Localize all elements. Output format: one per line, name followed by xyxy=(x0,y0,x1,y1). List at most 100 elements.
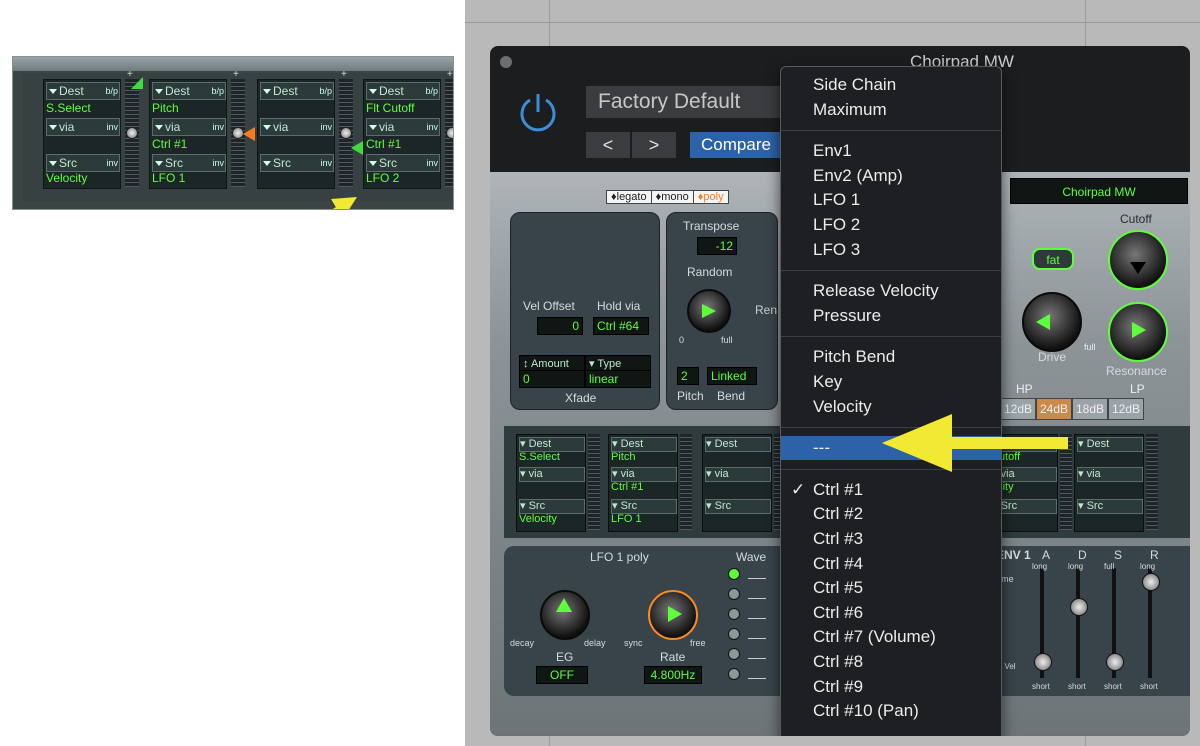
dest-value[interactable]: Flt Cutoff xyxy=(366,100,438,116)
menu-item-ctrl-1[interactable]: ✓ Ctrl #1 xyxy=(781,478,1001,502)
pitch-bend-value[interactable]: 2 xyxy=(677,367,699,385)
previous-preset-button[interactable]: < xyxy=(586,132,630,158)
window-close-button[interactable] xyxy=(500,56,512,68)
inv-toggle[interactable]: inv xyxy=(106,155,118,171)
dest-value[interactable] xyxy=(260,100,332,116)
lfo-wave-radio[interactable] xyxy=(728,668,740,680)
inv-toggle[interactable]: inv xyxy=(426,119,438,135)
menu-item-key[interactable]: Key xyxy=(781,370,1001,394)
src-value[interactable] xyxy=(1077,513,1141,526)
env-fader-knob[interactable] xyxy=(1070,598,1088,616)
type-value[interactable]: linear xyxy=(585,370,651,388)
dest-value[interactable]: Pitch xyxy=(611,451,675,464)
menu-item-lfo-2[interactable]: LFO 2 xyxy=(781,213,1001,237)
dest-value[interactable]: Pitch xyxy=(152,100,224,116)
lfo-wave-radio[interactable] xyxy=(728,628,740,640)
inv-toggle[interactable]: b/p xyxy=(211,83,224,99)
via-value[interactable] xyxy=(1077,481,1141,494)
via-value[interactable] xyxy=(46,136,118,152)
menu-item-pressure[interactable]: Pressure xyxy=(781,304,1001,328)
via-value[interactable] xyxy=(705,481,769,494)
router-amount-fader[interactable] xyxy=(588,434,600,530)
slope-12db-lp[interactable]: 12dB xyxy=(1108,398,1144,420)
inv-toggle[interactable]: b/p xyxy=(319,83,332,99)
inv-toggle[interactable]: inv xyxy=(106,119,118,135)
menu-item-ctrl-7-volume[interactable]: Ctrl #7 (Volume) xyxy=(781,625,1001,649)
vel-offset-value[interactable]: 0 xyxy=(537,317,583,335)
inv-toggle[interactable]: inv xyxy=(426,155,438,171)
menu-item-maximum[interactable]: Maximum xyxy=(781,98,1001,122)
power-icon[interactable] xyxy=(516,90,560,134)
eg-knob[interactable] xyxy=(540,590,590,640)
via-header[interactable]: via inv xyxy=(152,118,226,136)
fader-knob[interactable] xyxy=(126,127,138,139)
dest-header[interactable]: Dest b/p xyxy=(46,82,120,100)
env-fader-knob[interactable] xyxy=(1034,653,1052,671)
resonance-knob[interactable] xyxy=(1108,302,1168,362)
next-preset-button[interactable]: > xyxy=(632,132,676,158)
fader-knob[interactable] xyxy=(446,127,453,139)
menu-item-ctrl-10-pan[interactable]: Ctrl #10 (Pan) xyxy=(781,699,1001,723)
via-header[interactable]: ▾ via xyxy=(519,467,585,482)
env-fader-knob[interactable] xyxy=(1106,653,1124,671)
inset-amount-fader[interactable]: + xyxy=(339,69,353,187)
dest-header[interactable]: ▾ Dest xyxy=(611,437,677,452)
src-header[interactable]: ▾ Src xyxy=(1077,499,1143,514)
menu-item-pitch-bend[interactable]: Pitch Bend xyxy=(781,345,1001,369)
mode-mono[interactable]: ♦mono xyxy=(650,190,694,204)
dest-header[interactable]: Dest b/p xyxy=(366,82,440,100)
src-value[interactable]: LFO 1 xyxy=(611,513,675,526)
dest-value[interactable] xyxy=(1077,451,1141,464)
cutoff-knob[interactable] xyxy=(1108,230,1168,290)
inset-amount-fader[interactable]: + xyxy=(125,69,139,187)
router-amount-fader[interactable] xyxy=(680,434,692,530)
lfo-wave-radio[interactable] xyxy=(728,648,740,660)
inv-toggle[interactable]: b/p xyxy=(425,83,438,99)
rate-value[interactable]: 4.800Hz xyxy=(644,666,702,684)
dest-header[interactable]: ▾ Dest xyxy=(1077,437,1143,452)
src-value[interactable]: Velocity xyxy=(46,170,118,186)
lfo-wave-radio[interactable] xyxy=(728,568,740,580)
inv-toggle[interactable]: b/p xyxy=(105,83,118,99)
menu-item-ctrl-5[interactable]: Ctrl #5 xyxy=(781,576,1001,600)
rate-knob[interactable] xyxy=(648,590,698,640)
via-header[interactable]: ▾ via xyxy=(1077,467,1143,482)
src-value[interactable]: LFO 2 xyxy=(366,170,438,186)
via-value[interactable]: Ctrl #1 xyxy=(611,481,675,494)
mode-poly[interactable]: ♦poly xyxy=(692,190,729,204)
via-value[interactable] xyxy=(260,136,332,152)
inv-toggle[interactable]: inv xyxy=(320,119,332,135)
menu-item-env1[interactable]: Env1 xyxy=(781,139,1001,163)
drive-knob[interactable] xyxy=(1022,292,1082,352)
src-value[interactable]: LFO 1 xyxy=(152,170,224,186)
menu-item-ctrl-3[interactable]: Ctrl #3 xyxy=(781,527,1001,551)
menu-item-env2-amp[interactable]: Env2 (Amp) xyxy=(781,164,1001,188)
dest-header[interactable]: Dest b/p xyxy=(152,82,226,100)
env-fader-track[interactable] xyxy=(1076,568,1080,678)
dest-header[interactable]: ▾ Dest xyxy=(519,437,585,452)
random-knob[interactable] xyxy=(687,289,731,333)
fader-knob[interactable] xyxy=(340,127,352,139)
src-value[interactable] xyxy=(705,513,769,526)
inv-toggle[interactable]: inv xyxy=(320,155,332,171)
menu-item-side-chain[interactable]: Side Chain xyxy=(781,73,1001,97)
src-header[interactable]: ▾ Src xyxy=(705,499,771,514)
via-header[interactable]: via inv xyxy=(366,118,440,136)
via-value[interactable] xyxy=(519,481,583,494)
env-fader-knob[interactable] xyxy=(1142,573,1160,591)
inv-toggle[interactable]: inv xyxy=(212,119,224,135)
hold-via-value[interactable]: Ctrl #64 xyxy=(593,317,649,335)
transpose-value[interactable]: -12 xyxy=(697,237,737,255)
dest-value[interactable]: S.Select xyxy=(46,100,118,116)
menu-item-release-velocity[interactable]: Release Velocity xyxy=(781,279,1001,303)
voice-mode-switch[interactable]: ♦legato ♦mono ♦poly xyxy=(606,190,729,206)
amount-value[interactable]: 0 xyxy=(519,370,585,388)
dest-value[interactable]: S.Select xyxy=(519,451,583,464)
lfo-wave-radio[interactable] xyxy=(728,588,740,600)
preset-selector[interactable]: Factory Default xyxy=(586,86,798,118)
menu-item-ctrl-8[interactable]: Ctrl #8 xyxy=(781,650,1001,674)
compare-button[interactable]: Compare xyxy=(690,132,782,158)
src-value[interactable] xyxy=(260,170,332,186)
menu-item-ctrl-9[interactable]: Ctrl #9 xyxy=(781,675,1001,699)
dest-header[interactable]: Dest b/p xyxy=(260,82,334,100)
